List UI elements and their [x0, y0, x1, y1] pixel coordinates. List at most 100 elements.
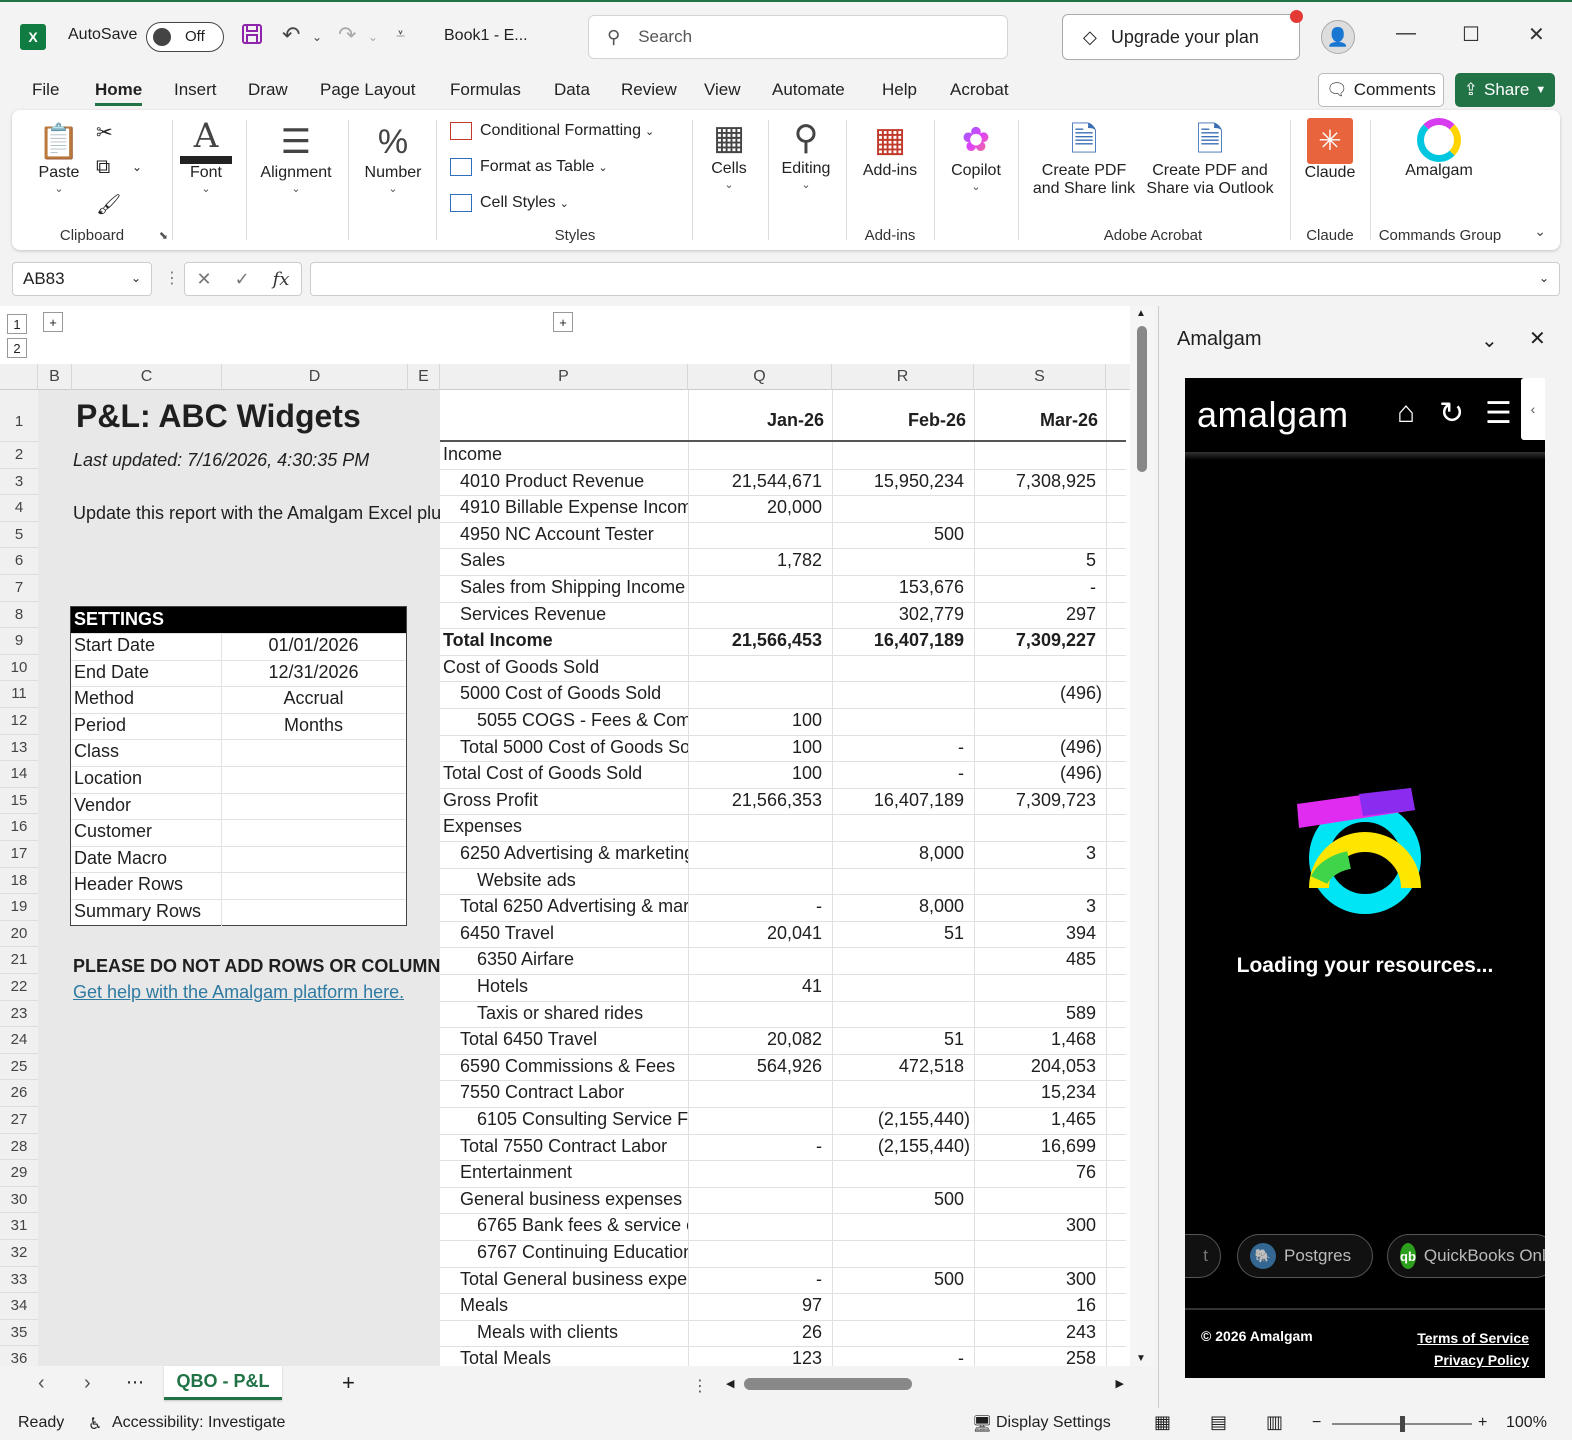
menu-icon[interactable]: ☰ [1485, 396, 1512, 431]
dialog-launcher-icon[interactable]: ⬊ [159, 229, 168, 242]
connector-chip-partial[interactable]: t [1185, 1234, 1221, 1278]
pl-cell-q[interactable]: 100 [688, 737, 822, 758]
pl-cell-s[interactable]: 258 [974, 1348, 1096, 1366]
pl-cell-s[interactable]: 3 [974, 843, 1096, 864]
row-header[interactable]: 14 [0, 761, 38, 788]
row-header[interactable]: 35 [0, 1319, 38, 1347]
pl-row-label[interactable]: 6250 Advertising & marketing [460, 843, 688, 864]
pl-row-label[interactable]: Total Meals [460, 1348, 688, 1366]
pl-row-label[interactable]: 6450 Travel [460, 923, 688, 944]
pl-cell-s[interactable]: 1,468 [974, 1029, 1096, 1050]
add-sheet-icon[interactable]: + [342, 1370, 355, 1396]
pl-cell-q[interactable]: 26 [688, 1322, 822, 1343]
tab-view[interactable]: View [704, 80, 741, 100]
pl-row-label[interactable]: 6350 Airfare [477, 949, 688, 970]
pl-row-label[interactable]: Cost of Goods Sold [443, 657, 688, 678]
customize-qat-icon[interactable]: ⩡ [396, 26, 405, 44]
pl-row-label[interactable]: 5055 COGS - Fees & Commissions [477, 710, 688, 731]
format-as-table-button[interactable]: Format as Table ⌄ [450, 158, 608, 176]
zoom-slider[interactable] [1332, 1416, 1472, 1432]
column-header-e[interactable]: E [408, 364, 440, 390]
pl-cell-s[interactable]: 5 [974, 550, 1096, 571]
pl-cell-r[interactable]: 15,950,234 [832, 471, 964, 492]
pl-cell-s[interactable]: 243 [974, 1322, 1096, 1343]
settings-label[interactable]: Start Date [74, 635, 155, 656]
row-header[interactable]: 7 [0, 575, 38, 602]
row-header[interactable]: 3 [0, 468, 38, 496]
number-button[interactable]: % Number ⌄ [358, 120, 428, 195]
row-header[interactable]: 23 [0, 1000, 38, 1028]
row-header[interactable]: 2 [0, 442, 38, 469]
tab-page-layout[interactable]: Page Layout [320, 80, 415, 100]
formula-input[interactable]: ⌄ [310, 262, 1560, 296]
pl-cell-q[interactable]: 21,544,671 [688, 471, 822, 492]
pl-cell-s[interactable]: 1,465 [974, 1109, 1096, 1130]
pl-row-label[interactable]: Services Revenue [460, 604, 688, 625]
connector-chip-quickbooks[interactable]: qb QuickBooks Online [1387, 1234, 1545, 1278]
pl-row-label[interactable]: 4950 NC Account Tester [460, 524, 688, 545]
pl-cell-q[interactable]: 100 [688, 763, 822, 784]
row-header[interactable]: 1 [0, 390, 38, 442]
pl-row-label[interactable]: Website ads [477, 870, 688, 891]
claude-button[interactable]: ✳ Claude [1298, 118, 1362, 182]
sheet-tab-qbo-pl[interactable]: QBO - P&L [164, 1366, 282, 1400]
pl-cell-s[interactable]: 3 [974, 896, 1096, 917]
cancel-icon[interactable]: ✕ [196, 269, 211, 290]
more-icon[interactable]: ⋮ [164, 268, 180, 288]
settings-label[interactable]: Customer [74, 821, 152, 842]
settings-label[interactable]: Summary Rows [74, 901, 201, 922]
zoom-out-icon[interactable]: − [1312, 1414, 1321, 1432]
tab-help[interactable]: Help [882, 80, 917, 100]
pl-cell-s[interactable]: 7,309,723 [974, 790, 1096, 811]
pl-cell-q[interactable]: 21,566,453 [688, 630, 822, 651]
pl-row-label[interactable]: Taxis or shared rides [477, 1003, 688, 1024]
more-sheets-icon[interactable]: ⋯ [126, 1372, 144, 1393]
redo-icon[interactable]: ↷ [338, 22, 356, 48]
normal-view-icon[interactable]: ▦ [1154, 1412, 1171, 1433]
pl-cell-r[interactable]: (2,155,440) [832, 1136, 970, 1157]
pl-cell-r[interactable]: 302,779 [832, 604, 964, 625]
pl-cell-r[interactable]: 8,000 [832, 896, 964, 917]
settings-value[interactable]: Months [221, 715, 406, 736]
tab-home[interactable]: Home [95, 80, 143, 106]
row-header[interactable]: 24 [0, 1027, 38, 1054]
pl-cell-s[interactable]: 7,308,925 [974, 471, 1096, 492]
cell-styles-button[interactable]: Cell Styles ⌄ [450, 194, 569, 212]
share-button[interactable]: ⇪ Share ▼ [1455, 73, 1555, 107]
row-header[interactable]: 21 [0, 947, 38, 974]
pl-row-label[interactable]: Income [443, 444, 688, 465]
row-header[interactable]: 8 [0, 601, 38, 629]
pl-cell-s[interactable]: 204,053 [974, 1056, 1096, 1077]
pl-cell-q[interactable]: 1,782 [688, 550, 822, 571]
settings-value[interactable]: 01/01/2026 [221, 635, 406, 656]
row-header[interactable]: 36 [0, 1346, 38, 1366]
pl-row-label[interactable]: Total Income [443, 630, 688, 651]
row-header[interactable]: 16 [0, 814, 38, 841]
pl-cell-s[interactable]: 16 [974, 1295, 1096, 1316]
pl-cell-r[interactable]: 153,676 [832, 577, 964, 598]
pl-row-label[interactable]: Meals with clients [477, 1322, 688, 1343]
pl-row-label[interactable]: 6105 Consulting Service Fees [477, 1109, 688, 1130]
tab-insert[interactable]: Insert [174, 80, 217, 100]
expand-columns-icon[interactable]: + [43, 312, 63, 332]
next-sheet-icon[interactable]: › [84, 1372, 91, 1395]
settings-label[interactable]: Header Rows [74, 874, 183, 895]
pl-row-label[interactable]: 7550 Contract Labor [460, 1082, 688, 1103]
pl-cell-r[interactable]: 472,518 [832, 1056, 964, 1077]
settings-value[interactable]: 12/31/2026 [221, 662, 406, 683]
terms-link[interactable]: Terms of Service [1417, 1330, 1529, 1346]
scroll-up-icon[interactable]: ▲ [1136, 308, 1146, 319]
pl-row-label[interactable]: Total 5000 Cost of Goods Sold [460, 737, 688, 758]
pl-cell-r[interactable]: 8,000 [832, 843, 964, 864]
settings-label[interactable]: Class [74, 741, 119, 762]
pl-cell-s[interactable]: 76 [974, 1162, 1096, 1183]
tab-review[interactable]: Review [621, 80, 677, 100]
row-header[interactable]: 22 [0, 974, 38, 1001]
privacy-link[interactable]: Privacy Policy [1434, 1352, 1529, 1368]
display-settings-button[interactable]: Display Settings [996, 1414, 1111, 1432]
outline-level-1[interactable]: 1 [7, 314, 27, 334]
refresh-icon[interactable]: ↻ [1439, 396, 1464, 431]
settings-label[interactable]: Vendor [74, 795, 131, 816]
pl-cell-r[interactable]: (2,155,440) [832, 1109, 970, 1130]
row-header[interactable]: 25 [0, 1053, 38, 1081]
